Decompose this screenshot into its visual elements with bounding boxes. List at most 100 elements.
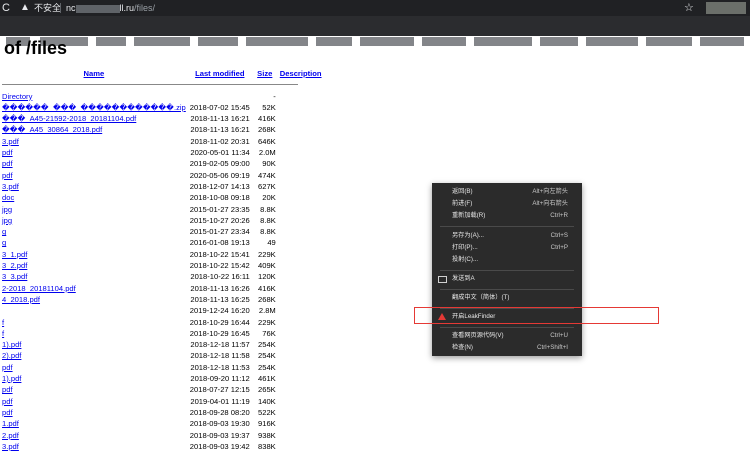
file-description <box>278 170 324 181</box>
file-link[interactable]: pdf <box>2 148 13 157</box>
file-modified: 2020-05-06 09:19 <box>189 170 250 180</box>
menu-item-back[interactable]: 返回(B) Alt+向左箭头 <box>432 187 582 197</box>
bookmark-star-icon[interactable]: ☆ <box>684 1 694 15</box>
file-link[interactable]: ���_A45-21592-2018_20181104.pdf <box>2 114 136 123</box>
file-size: 416K <box>258 283 276 293</box>
column-header-name[interactable]: Name <box>0 68 188 79</box>
bookmark-item[interactable] <box>316 37 352 46</box>
menu-item-cast[interactable]: 投射(C)... <box>432 255 582 265</box>
bookmark-item[interactable] <box>646 37 692 46</box>
file-modified: 2018-07-02 15:45 <box>189 102 250 112</box>
file-link[interactable]: 3_2.pdf <box>2 261 27 270</box>
context-menu: 返回(B) Alt+向左箭头 前进(F) Alt+向右箭头 重新加载(R) Ctrl+… <box>432 183 582 356</box>
file-description <box>278 147 324 158</box>
menu-item-translate[interactable]: 翻成中文（简体）(T) <box>432 293 582 303</box>
url-field[interactable]: nc ll.ru/files/ <box>66 2 155 14</box>
file-modified: 2018-09-28 08:20 <box>189 407 250 417</box>
menu-item-view-source[interactable]: 查看网页源代码(V) Ctrl+U <box>432 331 582 341</box>
file-description <box>278 430 324 441</box>
file-size: 2.8M <box>258 306 276 316</box>
table-row: 2).pdf 2018-12-18 11:58 254K <box>0 350 324 361</box>
file-link[interactable]: pdf <box>2 408 13 417</box>
file-link[interactable]: 3.pdf <box>2 182 19 191</box>
file-link[interactable]: ���_A45_30864_2018.pdf <box>2 125 102 134</box>
menu-item-send-to[interactable]: 发送到A <box>432 274 582 284</box>
file-description <box>278 294 324 305</box>
file-size: 268K <box>258 125 276 135</box>
file-link[interactable]: 2-2018_20181104.pdf <box>2 284 76 293</box>
table-row: f 2018-10-29 16:45 76K <box>0 328 324 339</box>
menu-item-inspect[interactable]: 检查(N) Ctrl+Shift+I <box>432 343 582 353</box>
menu-item-save-as[interactable]: 另存为(A)... Ctrl+S <box>432 231 582 241</box>
file-link[interactable]: pdf <box>2 385 13 394</box>
bookmark-item[interactable] <box>586 37 638 46</box>
column-header-size[interactable]: Size <box>252 68 278 79</box>
file-link[interactable]: f <box>2 318 4 327</box>
table-row: pdf 2018-12-18 11:53 254K <box>0 362 324 373</box>
file-link[interactable]: 2).pdf <box>2 351 21 360</box>
file-description <box>278 317 324 328</box>
file-link[interactable]: 3.pdf <box>2 442 19 451</box>
file-size: 916K <box>258 419 276 429</box>
profile-avatar[interactable] <box>706 2 746 14</box>
table-row: doc 2018-10-08 09:18 20K <box>0 192 324 203</box>
file-link[interactable]: g <box>2 227 6 236</box>
file-description <box>278 418 324 429</box>
file-link[interactable]: 2.pdf <box>2 431 19 440</box>
file-description <box>278 192 324 203</box>
bookmark-item[interactable] <box>540 37 578 46</box>
file-link[interactable]: jpg <box>2 216 12 225</box>
warning-icon[interactable]: ▲ <box>20 1 30 15</box>
file-link[interactable]: 1).pdf <box>2 340 21 349</box>
reload-icon[interactable]: C <box>2 1 10 15</box>
insecure-label[interactable]: 不安全 <box>34 2 61 14</box>
file-description <box>278 305 324 316</box>
file-description <box>278 328 324 339</box>
table-header-row: Name Last modified Size Description <box>0 68 324 79</box>
table-row: g 2015-01-27 23:34 8.8K <box>0 226 324 237</box>
file-description <box>278 350 324 361</box>
menu-item-reload[interactable]: 重新加载(R) Ctrl+R <box>432 211 582 221</box>
file-link[interactable]: 1.pdf <box>2 419 19 428</box>
browser-address-bar: C ▲ 不安全 nc ll.ru/files/ ☆ <box>0 0 750 16</box>
bookmark-item[interactable] <box>198 37 238 46</box>
file-link[interactable]: pdf <box>2 363 13 372</box>
bookmark-item[interactable] <box>700 37 744 46</box>
bookmark-item[interactable] <box>246 37 308 46</box>
file-size: 627K <box>258 181 276 191</box>
file-link[interactable]: 3.pdf <box>2 137 19 146</box>
parent-directory-link[interactable]: Directory <box>2 92 32 101</box>
file-link[interactable]: jpg <box>2 205 12 214</box>
table-row: pdf 2020-05-01 11:34 2.0M <box>0 147 324 158</box>
bookmark-item[interactable] <box>96 37 126 46</box>
bookmark-item[interactable] <box>474 37 532 46</box>
file-link[interactable]: ������_���_������������.zip <box>2 103 186 112</box>
table-row: 4_2018.pdf 2018-11-13 16:25 268K <box>0 294 324 305</box>
file-description <box>278 396 324 407</box>
file-description <box>278 226 324 237</box>
menu-item-print[interactable]: 打印(P)... Ctrl+P <box>432 243 582 253</box>
table-row: jpg 2015-10-27 20:26 8.8K <box>0 215 324 226</box>
file-size: 8.8K <box>260 227 276 237</box>
file-link[interactable]: 3_3.pdf <box>2 272 27 281</box>
bookmark-item[interactable] <box>134 37 190 46</box>
file-description <box>278 204 324 215</box>
bookmark-item[interactable] <box>360 37 414 46</box>
file-link[interactable]: doc <box>2 193 14 202</box>
menu-item-forward[interactable]: 前进(F) Alt+向右箭头 <box>432 199 582 209</box>
redacted-url-part <box>75 4 120 13</box>
file-modified: 2018-12-18 11:58 <box>190 351 250 361</box>
bookmark-item[interactable] <box>422 37 466 46</box>
file-link[interactable]: 4_2018.pdf <box>2 295 40 304</box>
file-link[interactable]: pdf <box>2 397 13 406</box>
file-description <box>278 124 324 135</box>
file-link[interactable]: pdf <box>2 171 13 180</box>
file-link[interactable]: 1).pdf <box>2 374 21 383</box>
file-size: 838K <box>258 441 276 451</box>
file-link[interactable]: g <box>2 238 6 247</box>
file-link[interactable]: pdf <box>2 159 13 168</box>
column-header-last-modified[interactable]: Last modified <box>188 68 252 79</box>
column-header-description[interactable]: Description <box>278 68 324 79</box>
file-link[interactable]: f <box>2 329 4 338</box>
file-link[interactable]: 3_1.pdf <box>2 250 27 259</box>
